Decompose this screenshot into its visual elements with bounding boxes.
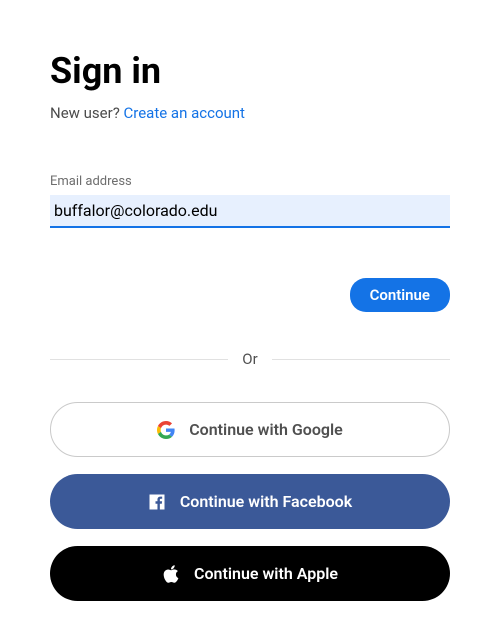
create-account-link[interactable]: Create an account [124,104,245,122]
continue-with-apple-button[interactable]: Continue with Apple [50,546,450,601]
apple-icon [162,564,180,584]
page-title: Sign in [50,50,450,92]
continue-with-google-button[interactable]: Continue with Google [50,402,450,457]
divider-text: Or [228,350,271,368]
new-user-text: New user? [50,104,124,122]
divider-line-right [272,359,450,360]
facebook-button-label: Continue with Facebook [180,492,352,511]
new-user-line: New user? Create an account [50,104,450,122]
google-icon [157,421,175,439]
email-label: Email address [50,174,450,189]
divider: Or [50,350,450,368]
divider-line-left [50,359,228,360]
apple-button-label: Continue with Apple [194,564,338,583]
continue-with-facebook-button[interactable]: Continue with Facebook [50,474,450,529]
email-field[interactable] [50,195,450,228]
signin-form: Sign in New user? Create an account Emai… [50,50,450,601]
continue-row: Continue [50,278,450,312]
facebook-icon [148,493,166,511]
continue-button[interactable]: Continue [350,278,450,312]
google-button-label: Continue with Google [189,420,343,439]
